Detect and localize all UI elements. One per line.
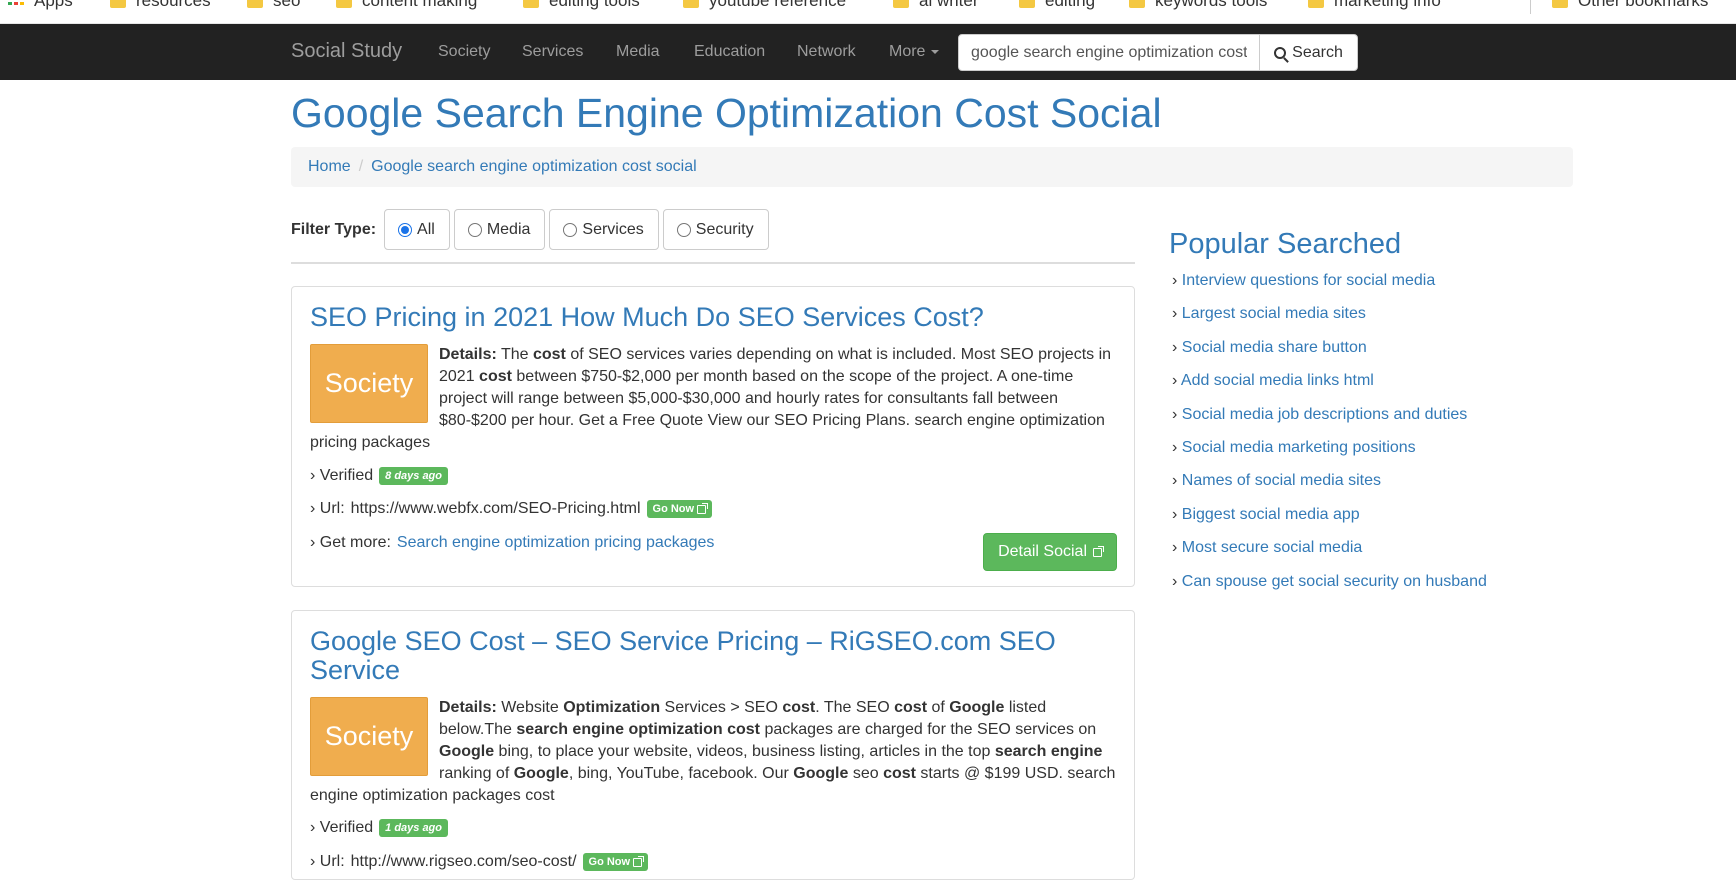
result-url: https://www.webfx.com/SEO-Pricing.html: [350, 500, 641, 517]
verified-row: › Verified 1 days ago: [310, 819, 448, 837]
bookmark-folder[interactable]: editing tools: [523, 0, 640, 11]
external-link-icon: [633, 855, 645, 867]
popular-search-link[interactable]: Social media job descriptions and duties: [1182, 406, 1468, 423]
apps-grid-icon: [8, 0, 24, 8]
radio-icon[interactable]: [563, 222, 578, 237]
result-title[interactable]: Google SEO Cost – SEO Service Pricing – …: [310, 627, 1100, 685]
result-title[interactable]: SEO Pricing in 2021 How Much Do SEO Serv…: [310, 303, 984, 332]
filter-option-services[interactable]: Services: [549, 209, 659, 250]
brand-link[interactable]: Social Study: [291, 40, 402, 63]
folder-icon: [523, 0, 539, 8]
filter-option-all[interactable]: All: [384, 209, 450, 250]
caret-down-icon: [931, 49, 940, 54]
nav-society[interactable]: Society: [438, 43, 490, 61]
external-link-icon: [697, 502, 709, 514]
external-link-icon: [1093, 545, 1104, 557]
popular-search-link[interactable]: Names of social media sites: [1182, 472, 1381, 489]
folder-icon: [1129, 0, 1145, 8]
filter-label: Filter Type:: [291, 220, 377, 238]
list-item: › Names of social media sites: [1172, 472, 1381, 490]
breadcrumb-current[interactable]: Google search engine optimization cost s…: [371, 158, 697, 176]
detail-social-button[interactable]: Detail Social: [983, 533, 1117, 571]
url-row: › Url: https://www.webfx.com/SEO-Pricing…: [310, 500, 713, 518]
folder-icon: [336, 0, 352, 8]
go-now-button[interactable]: Go Now: [582, 853, 649, 871]
bookmark-folder[interactable]: youtube reference: [683, 0, 846, 11]
popular-search-link[interactable]: Can spouse get social security on husban…: [1182, 573, 1487, 590]
result-card: SEO Pricing in 2021 How Much Do SEO Serv…: [291, 286, 1135, 587]
list-item: › Can spouse get social security on husb…: [1172, 572, 1487, 590]
bookmark-folder[interactable]: content making: [336, 0, 477, 11]
folder-icon: [247, 0, 263, 8]
radio-icon[interactable]: [467, 222, 482, 237]
bookmark-folder[interactable]: seo: [247, 0, 300, 11]
breadcrumb: Home / Google search engine optimization…: [291, 147, 1573, 187]
nav-education[interactable]: Education: [694, 43, 765, 61]
folder-icon: [1308, 0, 1324, 8]
page-title: Google Search Engine Optimization Cost S…: [291, 90, 1162, 136]
bookmarks-divider: [1530, 0, 1531, 14]
bookmarks-bar: Apps resources seo content making editin…: [0, 0, 1736, 24]
popular-search-link[interactable]: Add social media links html: [1181, 372, 1374, 389]
radio-selected-icon[interactable]: [398, 222, 413, 237]
folder-icon: [1552, 0, 1568, 8]
bookmark-folder[interactable]: editing: [1019, 0, 1095, 11]
result-url: http://www.rigseo.com/seo-cost/: [350, 853, 577, 870]
popular-search-link[interactable]: Social media share button: [1182, 339, 1367, 356]
result-details: Details: Website Optimization Services >…: [310, 699, 1116, 804]
go-now-button[interactable]: Go Now: [646, 500, 713, 518]
top-navbar: Social Study Society Services Media Educ…: [0, 24, 1736, 80]
popular-search-link[interactable]: Largest social media sites: [1182, 305, 1366, 322]
bookmark-apps[interactable]: Apps: [8, 0, 73, 11]
get-more-row: › Get more: Search engine optimization p…: [310, 534, 715, 552]
list-item: › Add social media links html: [1172, 372, 1374, 390]
get-more-link[interactable]: Search engine optimization pricing packa…: [397, 534, 715, 552]
list-item: › Social media job descriptions and duti…: [1172, 405, 1468, 423]
nav-more-dropdown[interactable]: More: [889, 43, 940, 61]
bookmark-folder[interactable]: keywords tools: [1129, 0, 1267, 11]
breadcrumb-home[interactable]: Home: [308, 158, 351, 176]
bookmark-other[interactable]: Other bookmarks: [1552, 0, 1708, 11]
filter-option-security[interactable]: Security: [662, 209, 769, 250]
folder-icon: [683, 0, 699, 8]
bookmark-folder[interactable]: resources: [110, 0, 211, 11]
verified-row: › Verified 8 days ago: [310, 467, 448, 485]
breadcrumb-separator: /: [358, 158, 364, 175]
folder-icon: [110, 0, 126, 8]
popular-search-link[interactable]: Most secure social media: [1182, 539, 1363, 556]
list-item: › Social media marketing positions: [1172, 438, 1416, 456]
popular-searched-title: Popular Searched: [1169, 228, 1402, 260]
filter-type: Filter Type: All Media Services Security: [291, 209, 769, 250]
folder-icon: [893, 0, 909, 8]
filter-option-media[interactable]: Media: [453, 209, 546, 250]
nav-media[interactable]: Media: [616, 43, 660, 61]
list-item: › Biggest social media app: [1172, 505, 1360, 523]
popular-search-link[interactable]: Interview questions for social media: [1182, 272, 1435, 289]
verified-age-badge: 8 days ago: [379, 467, 448, 485]
list-item: › Largest social media sites: [1172, 305, 1366, 323]
url-row: › Url: http://www.rigseo.com/seo-cost/ G…: [310, 853, 649, 871]
result-card: Google SEO Cost – SEO Service Pricing – …: [291, 610, 1135, 880]
popular-searched-list: › Interview questions for social media ›…: [1172, 272, 1487, 606]
popular-search-link[interactable]: Biggest social media app: [1182, 506, 1360, 523]
bookmark-folder[interactable]: marketing info: [1308, 0, 1441, 11]
nav-services[interactable]: Services: [522, 43, 583, 61]
verified-age-badge: 1 days ago: [379, 819, 448, 837]
list-item: › Most secure social media: [1172, 539, 1363, 557]
search-icon: [1274, 46, 1287, 59]
nav-network[interactable]: Network: [797, 43, 856, 61]
popular-search-link[interactable]: Social media marketing positions: [1182, 439, 1416, 456]
filter-divider: [291, 262, 1135, 264]
list-item: › Social media share button: [1172, 338, 1367, 356]
search-input[interactable]: [958, 34, 1260, 71]
result-details: Details: The cost of SEO services varies…: [310, 346, 1112, 451]
search-button[interactable]: Search: [1259, 34, 1358, 71]
radio-icon[interactable]: [676, 222, 691, 237]
bookmark-folder[interactable]: ai writer: [893, 0, 979, 11]
list-item: › Interview questions for social media: [1172, 272, 1436, 289]
folder-icon: [1019, 0, 1035, 8]
